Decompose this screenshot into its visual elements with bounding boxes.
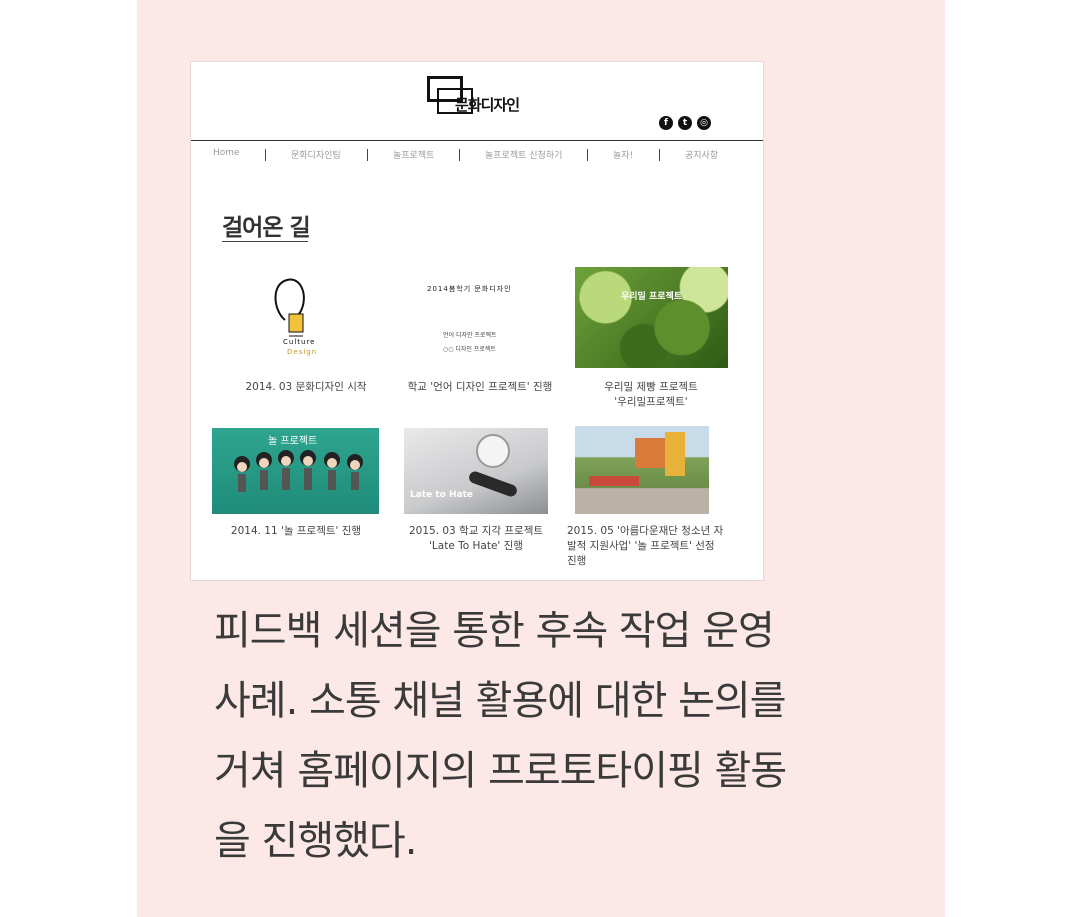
culture-design-image[interactable]: Culture Design (243, 270, 363, 368)
item-caption: 2014. 03 문화디자인 시작 (245, 381, 367, 393)
nol-project-image[interactable]: 놀 프로젝트 (212, 428, 379, 514)
description-text: 피드백 세션을 통한 후속 작업 운영 사례. 소통 채널 활용에 대한 논의를… (214, 608, 787, 864)
item-caption: 학교 '언어 디자인 프로젝트' 진행 (407, 381, 553, 393)
people-illustration (234, 450, 363, 492)
facebook-icon[interactable]: f (659, 116, 673, 130)
nav-item-play[interactable]: 놀자! (613, 148, 633, 161)
nav-separator (459, 149, 460, 161)
nav-separator (587, 149, 588, 161)
item-caption: 2014. 11 '놀 프로젝트' 진행 (230, 525, 362, 537)
header-divider (191, 140, 763, 141)
nav-separator (265, 149, 266, 161)
twitter-icon[interactable]: t (678, 116, 692, 130)
late-to-hate-image[interactable]: Late to Hate (404, 428, 548, 514)
item-caption: 2015. 03 학교 지각 프로젝트 'Late To Hate' 진행 (408, 525, 544, 552)
nav-separator (659, 149, 660, 161)
item-caption: 2015. 05 '아름다운재단 청소년 자 발적 지원사업' '놀 프로젝트'… (567, 525, 724, 567)
nav-item-apply[interactable]: 놀프로젝트 신청하기 (485, 148, 562, 161)
site-logo[interactable]: 문화디자인 (427, 74, 527, 124)
wheat-project-image[interactable]: 우리밀 프로젝트 (575, 267, 728, 368)
language-project-image[interactable]: 2014봄학기 문화디자인 언어 디자인 프로젝트 ○○ 디자인 프로젝트 (405, 268, 555, 368)
instagram-icon[interactable]: ◎ (697, 116, 711, 130)
section-title: 걸어온 길 (222, 215, 311, 241)
clock-icon (476, 434, 510, 468)
nav-item-project[interactable]: 놀프로젝트 (393, 148, 434, 161)
nav-item-home[interactable]: Home (213, 148, 240, 158)
social-links: f t ◎ (659, 116, 711, 130)
nav-bar: Home 문화디자인팀 놀프로젝트 놀프로젝트 신청하기 놀자! 공지사항 (191, 148, 763, 164)
title-underline (222, 241, 308, 242)
logo-text: 문화디자인 (455, 96, 520, 114)
playground-image[interactable] (575, 426, 709, 514)
item-caption: 우리밀 제빵 프로젝트 '우리밀프로젝트' (604, 381, 698, 408)
nav-item-notice[interactable]: 공지사항 (685, 148, 718, 161)
website-screenshot: 문화디자인 f t ◎ Home 문화디자인팀 놀프로젝트 놀프로젝트 신청하기… (190, 61, 764, 581)
nav-separator (367, 149, 368, 161)
nav-item-team[interactable]: 문화디자인팀 (291, 148, 341, 161)
